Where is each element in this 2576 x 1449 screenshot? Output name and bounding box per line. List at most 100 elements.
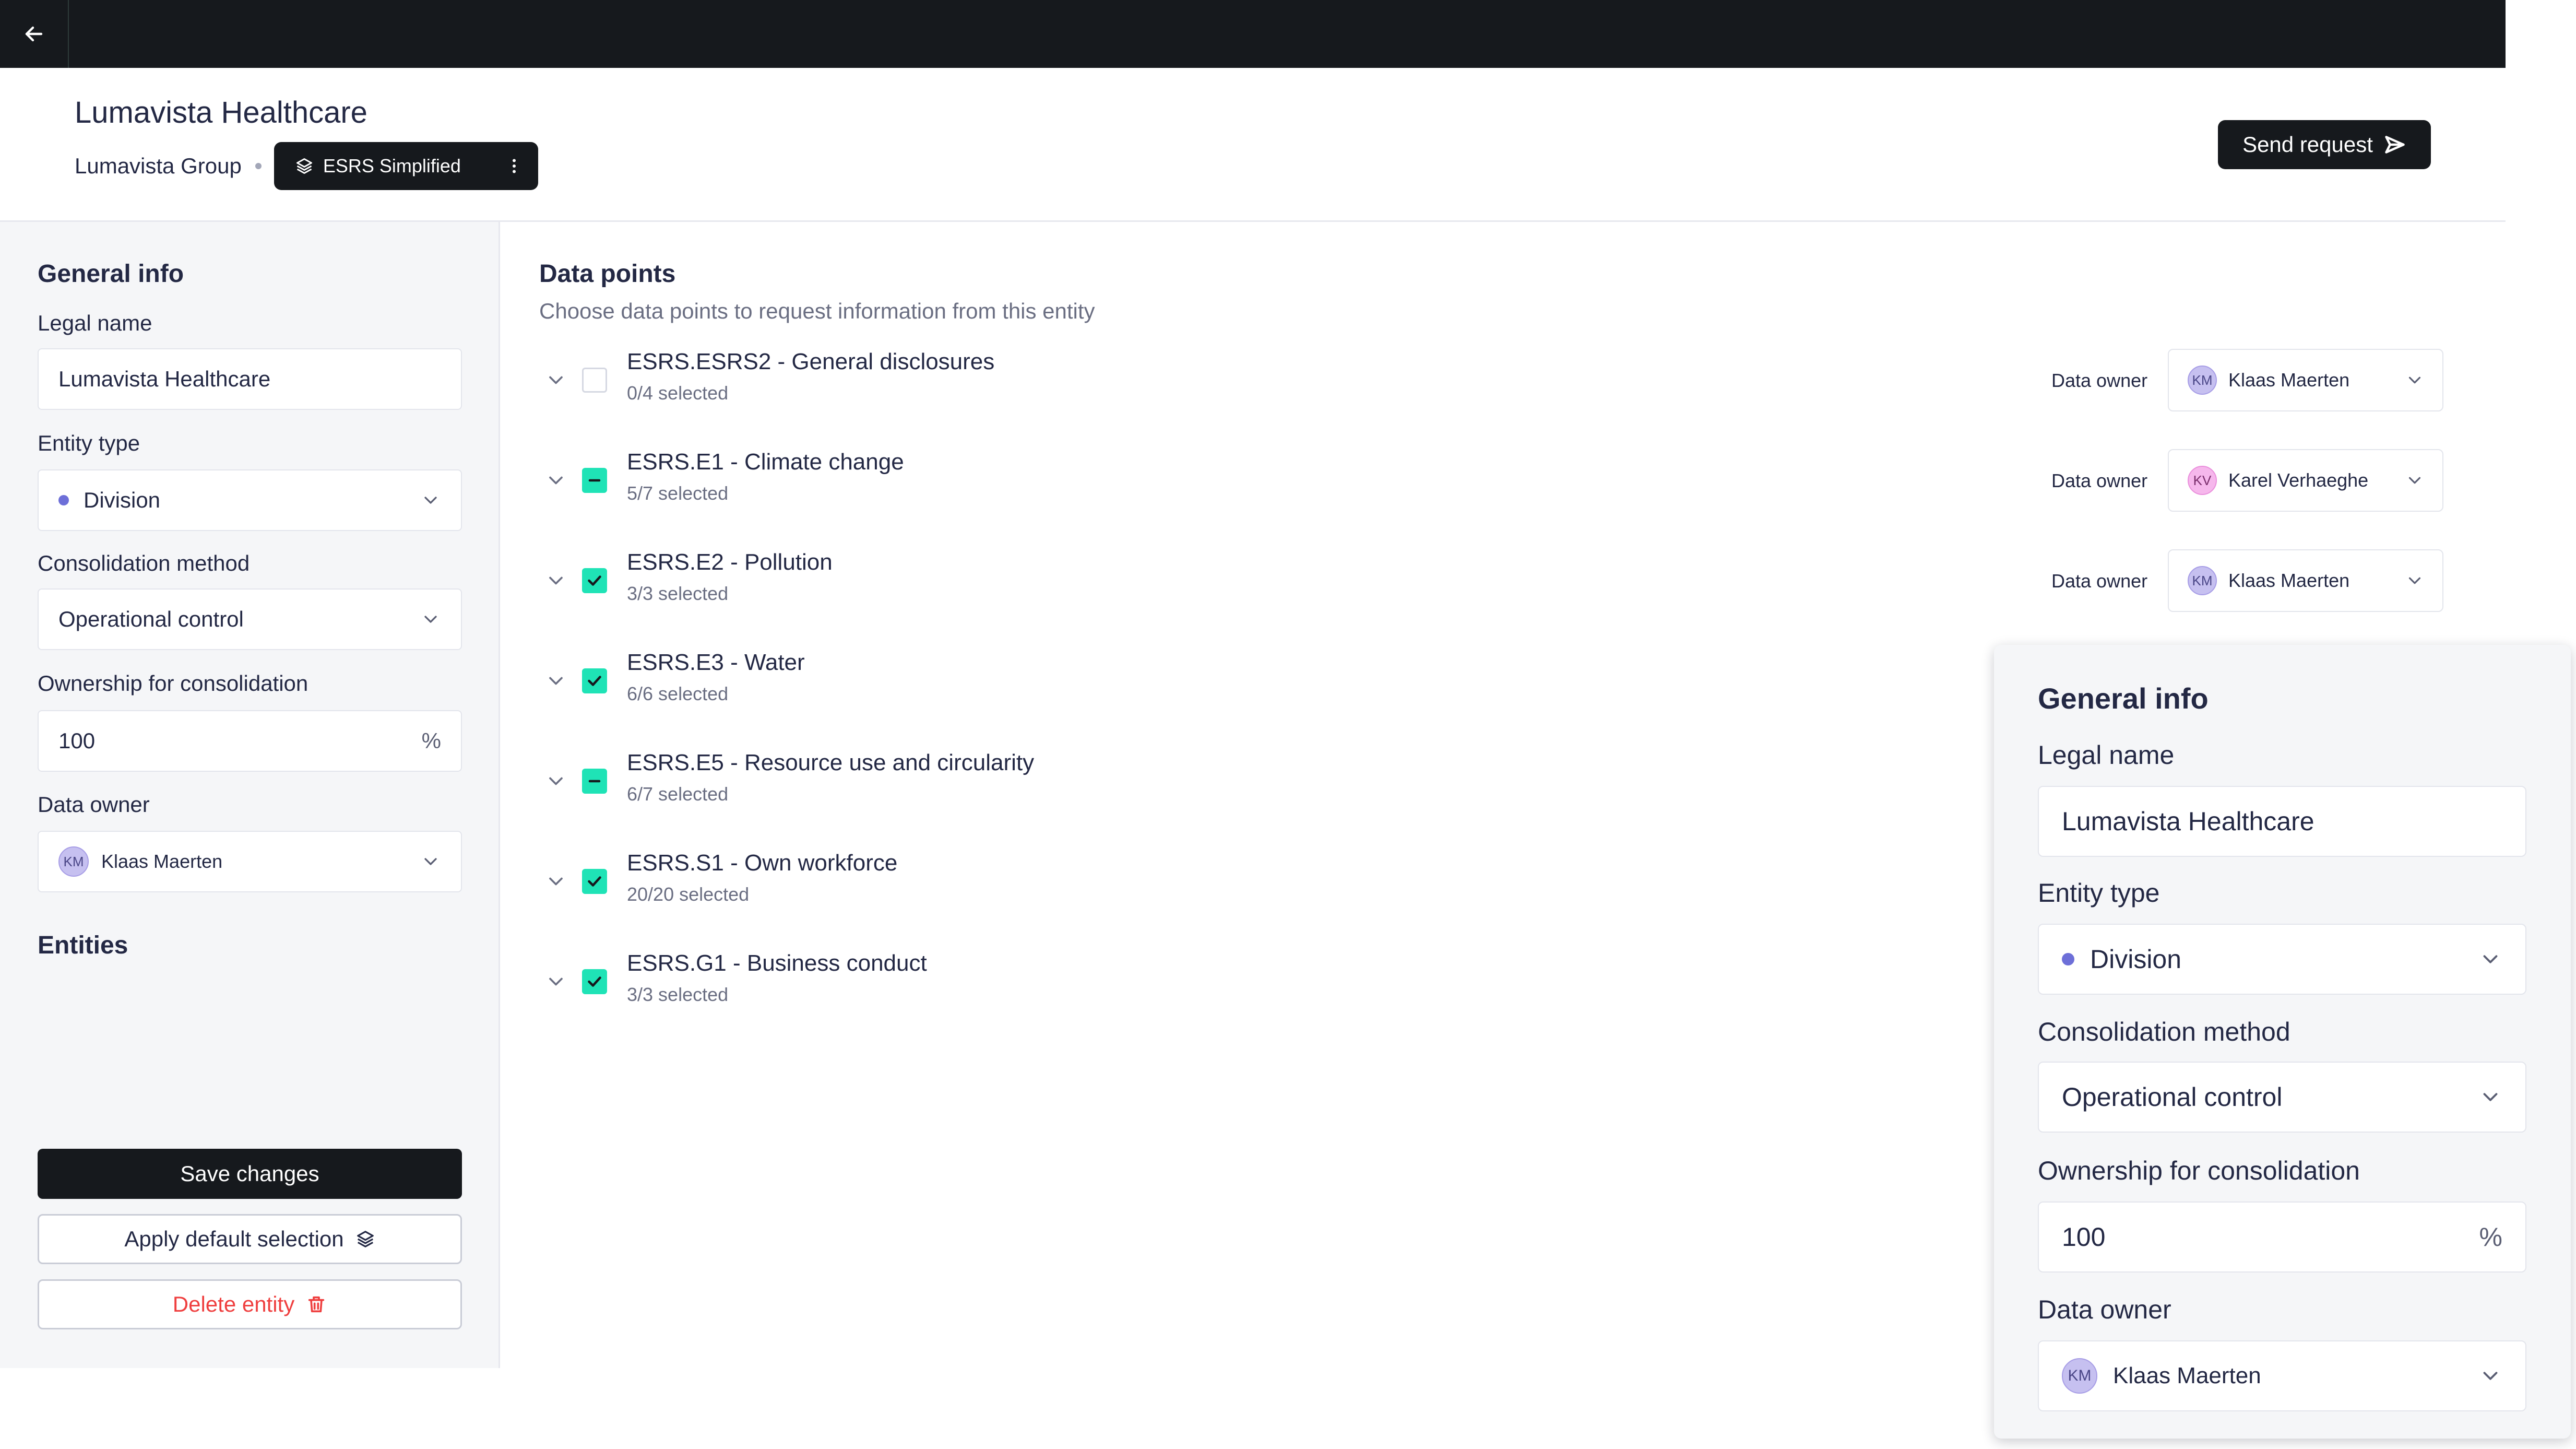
more-vertical-icon[interactable] xyxy=(505,157,524,175)
chevron-down-icon xyxy=(2408,376,2421,384)
data-point-checkbox[interactable] xyxy=(582,969,607,994)
check-icon xyxy=(588,676,601,686)
arrow-left-icon xyxy=(25,26,43,42)
back-button[interactable] xyxy=(0,0,69,68)
data-owner-value: Klaas Maerten xyxy=(2113,1363,2261,1388)
general-info-panel: General info Legal name Lumavista Health… xyxy=(0,222,500,1368)
data-owner-name: Klaas Maerten xyxy=(2228,570,2350,591)
data-point-count: 3/3 selected xyxy=(627,984,729,1005)
data-point-checkbox[interactable] xyxy=(582,769,607,794)
entity-type-select[interactable]: Division xyxy=(38,469,462,531)
data-owner-select[interactable]: KM Klaas Maerten xyxy=(2168,549,2443,612)
legal-name-input[interactable]: Lumavista Healthcare xyxy=(38,348,462,410)
chevron-down-icon xyxy=(424,616,437,623)
framework-chip[interactable]: ESRS Simplified xyxy=(274,142,538,190)
data-point-row: ESRS.S1 - Own workforce 20/20 selected xyxy=(539,850,1949,918)
data-owner-name: Klaas Maerten xyxy=(2228,369,2350,391)
chevron-down-icon xyxy=(2483,1372,2498,1380)
group-name[interactable]: Lumavista Group xyxy=(75,154,242,179)
data-point-name: ESRS.E5 - Resource use and circularity xyxy=(627,750,1035,775)
legal-name-input[interactable]: Lumavista Healthcare xyxy=(2038,786,2526,857)
data-owner-select[interactable]: KM Klaas Maerten xyxy=(38,831,462,892)
data-point-checkbox[interactable] xyxy=(582,568,607,593)
avatar: KM xyxy=(2062,1358,2097,1394)
check-icon xyxy=(588,575,601,586)
page-title: Lumavista Healthcare xyxy=(75,96,367,129)
data-owner-select[interactable]: KV Karel Verhaeghe xyxy=(2168,449,2443,512)
avatar: KM xyxy=(2188,566,2217,595)
dot-separator xyxy=(255,163,262,169)
layers-icon xyxy=(296,158,312,174)
chevron-down-icon[interactable] xyxy=(544,669,567,692)
data-point-row: ESRS.E3 - Water 6/6 selected xyxy=(539,650,1949,717)
dot-icon xyxy=(58,495,69,505)
data-point-name: ESRS.ESRS2 - General disclosures xyxy=(627,349,995,374)
ownership-input[interactable]: 100 % xyxy=(38,710,462,772)
chevron-down-icon[interactable] xyxy=(544,870,567,893)
data-owner-select[interactable]: KM Klaas Maerten xyxy=(2038,1340,2526,1411)
save-changes-button[interactable]: Save changes xyxy=(38,1149,462,1199)
data-owner-select[interactable]: KM Klaas Maerten xyxy=(2168,349,2443,411)
chevron-down-icon[interactable] xyxy=(544,369,567,392)
chevron-down-icon[interactable] xyxy=(544,770,567,793)
data-point-row: ESRS.E1 - Climate change 5/7 selected Da… xyxy=(539,449,2450,517)
chevron-down-icon[interactable] xyxy=(544,569,567,592)
layers-icon xyxy=(357,1231,374,1247)
data-owner-value: Klaas Maerten xyxy=(101,851,223,872)
consolidation-method-value: Operational control xyxy=(2062,1082,2283,1112)
data-point-name: ESRS.E3 - Water xyxy=(627,650,805,675)
data-point-count: 3/3 selected xyxy=(627,583,729,604)
entity-type-label: Entity type xyxy=(2038,878,2160,908)
percent-unit: % xyxy=(421,728,441,753)
data-point-name: ESRS.E2 - Pollution xyxy=(627,549,833,575)
percent-unit: % xyxy=(2479,1222,2502,1252)
data-points-title: Data points xyxy=(539,260,676,288)
data-point-count: 6/6 selected xyxy=(627,683,729,704)
save-changes-label: Save changes xyxy=(180,1161,319,1186)
consolidation-method-label: Consolidation method xyxy=(2038,1017,2290,1046)
consolidation-method-select[interactable]: Operational control xyxy=(38,588,462,650)
send-icon xyxy=(2385,136,2405,154)
chevron-down-icon xyxy=(424,497,437,504)
send-request-label: Send request xyxy=(2242,132,2373,157)
data-point-name: ESRS.E1 - Climate change xyxy=(627,449,904,475)
avatar: KM xyxy=(58,846,89,877)
apply-default-selection-button[interactable]: Apply default selection xyxy=(38,1214,462,1264)
data-point-checkbox[interactable] xyxy=(582,368,607,393)
data-point-row: ESRS.ESRS2 - General disclosures 0/4 sel… xyxy=(539,349,2450,417)
chevron-down-icon[interactable] xyxy=(544,970,567,993)
ownership-label: Ownership for consolidation xyxy=(38,671,308,696)
minus-icon xyxy=(588,479,601,482)
data-point-name: ESRS.S1 - Own workforce xyxy=(627,850,898,876)
data-point-checkbox[interactable] xyxy=(582,468,607,493)
consolidation-method-value: Operational control xyxy=(58,607,244,631)
chevron-down-icon xyxy=(2483,1093,2498,1101)
legal-name-label: Legal name xyxy=(38,311,152,335)
data-point-row: ESRS.E2 - Pollution 3/3 selected Data ow… xyxy=(539,549,2450,617)
data-point-checkbox[interactable] xyxy=(582,869,607,894)
entity-type-select[interactable]: Division xyxy=(2038,924,2526,995)
entity-type-value: Division xyxy=(84,488,161,512)
chevron-down-icon xyxy=(2483,955,2498,963)
chevron-down-icon xyxy=(2408,577,2421,584)
ownership-input[interactable]: 100 % xyxy=(2038,1201,2526,1273)
data-owner-label: Data owner xyxy=(2051,370,2148,391)
legal-name-value: Lumavista Healthcare xyxy=(58,367,271,391)
data-point-row: ESRS.E5 - Resource use and circularity 6… xyxy=(539,750,1949,818)
chevron-down-icon[interactable] xyxy=(544,469,567,492)
data-owner-label: Data owner xyxy=(2051,470,2148,491)
data-point-checkbox[interactable] xyxy=(582,668,607,693)
ownership-label: Ownership for consolidation xyxy=(2038,1156,2360,1185)
data-point-count: 5/7 selected xyxy=(627,482,729,504)
framework-label: ESRS Simplified xyxy=(323,155,461,176)
send-request-button[interactable]: Send request xyxy=(2218,120,2431,169)
ownership-value: 100 xyxy=(58,728,96,753)
consolidation-method-select[interactable]: Operational control xyxy=(2038,1062,2526,1133)
check-icon xyxy=(588,976,601,987)
delete-entity-button[interactable]: Delete entity xyxy=(38,1279,462,1329)
chevron-down-icon xyxy=(424,858,437,865)
legal-name-label: Legal name xyxy=(2038,740,2175,770)
delete-entity-label: Delete entity xyxy=(172,1292,295,1316)
minus-icon xyxy=(588,780,601,783)
chevron-down-icon xyxy=(2408,477,2421,484)
